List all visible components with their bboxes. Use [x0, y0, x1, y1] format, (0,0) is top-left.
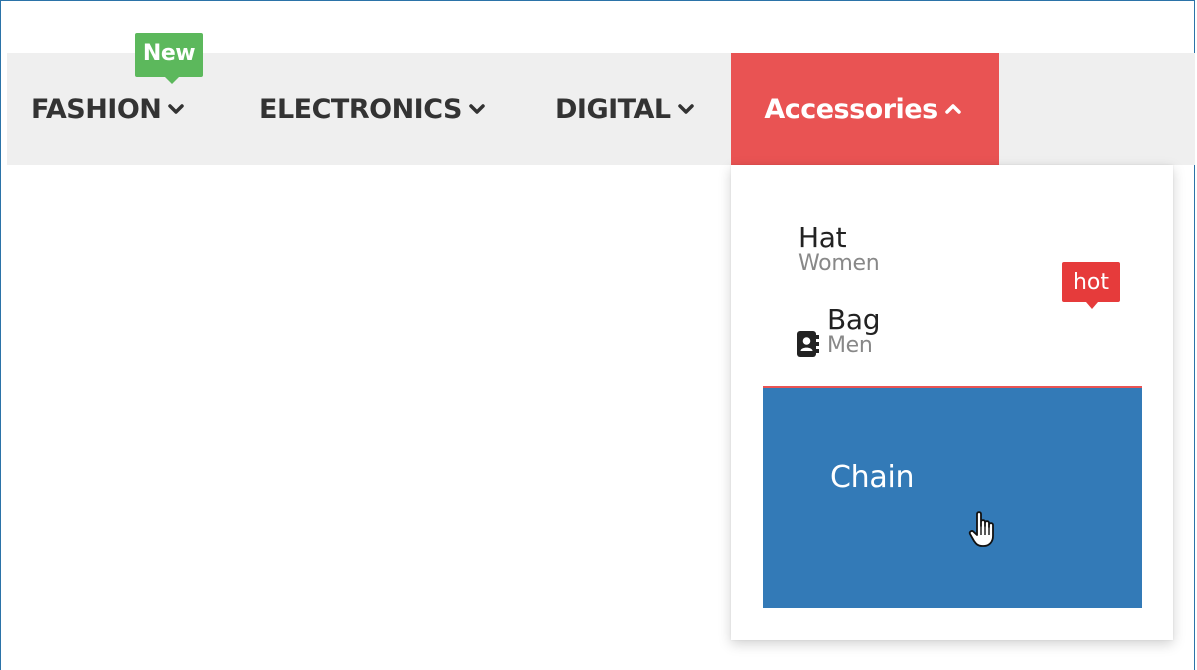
chevron-down-icon — [168, 104, 185, 114]
dropdown-item-bag[interactable]: Bag Men — [797, 303, 881, 358]
nav-item-electronics[interactable]: ELECTRONICS — [259, 53, 486, 165]
dropdown-item-chain[interactable]: Chain — [763, 386, 1142, 608]
nav-item-label: ELECTRONICS — [259, 93, 462, 125]
nav-item-label: Accessories — [764, 93, 938, 125]
item-subtitle: Women — [798, 251, 880, 276]
nav-item-label: FASHION — [31, 93, 162, 125]
chevron-up-icon — [944, 104, 961, 114]
item-title: Hat — [798, 221, 847, 254]
dropdown-item-hat[interactable]: Hat Women — [798, 221, 880, 276]
nav-item-digital[interactable]: DIGITAL — [555, 53, 695, 165]
new-badge: New — [135, 33, 203, 84]
pointer-hand-icon — [968, 511, 994, 547]
contact-book-icon — [797, 331, 819, 357]
chevron-down-icon — [469, 104, 485, 114]
item-subtitle: Men — [827, 333, 873, 358]
item-title: Chain — [830, 460, 915, 495]
nav-item-label: DIGITAL — [555, 93, 671, 125]
nav-item-accessories[interactable]: Accessories — [731, 53, 999, 165]
hot-badge: hot — [1062, 262, 1120, 309]
item-title: Bag — [827, 303, 881, 336]
chevron-down-icon — [677, 104, 694, 114]
accessories-dropdown-menu: Hat Women hot Bag Men Chain — [731, 165, 1173, 640]
